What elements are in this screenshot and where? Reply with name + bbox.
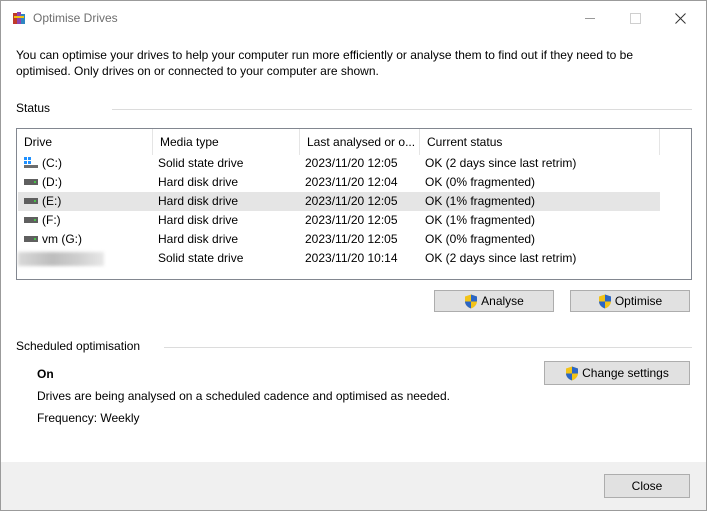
table-row[interactable]: (D:) Hard disk drive 2023/11/20 12:04 OK… <box>18 173 660 192</box>
table-row[interactable]: (C:) Solid state drive 2023/11/20 12:05 … <box>18 154 660 173</box>
schedule-description: Drives are being analysed on a scheduled… <box>37 389 450 403</box>
drive-list[interactable]: Drive Media type Last analysed or o... C… <box>16 128 692 280</box>
current-status: OK (1% fragmented) <box>425 194 536 208</box>
scheduled-section-label: Scheduled optimisation <box>16 339 141 353</box>
table-row[interactable]: vm (G:) Hard disk drive 2023/11/20 12:05… <box>18 230 660 249</box>
last-analysed: 2023/11/20 12:05 <box>305 232 398 246</box>
drive-name: (C:) <box>42 156 62 170</box>
uac-shield-icon <box>465 294 478 308</box>
media-type: Hard disk drive <box>158 175 239 189</box>
hard-drive-icon <box>24 178 38 185</box>
title-bar[interactable]: Optimise Drives <box>1 1 706 35</box>
window-title: Optimise Drives <box>33 11 118 25</box>
table-row[interactable]: Solid state drive 2023/11/20 10:14 OK (2… <box>18 249 660 268</box>
last-analysed: 2023/11/20 12:05 <box>305 213 398 227</box>
last-analysed: 2023/11/20 12:05 <box>305 194 398 208</box>
last-analysed: 2023/11/20 12:04 <box>305 175 398 189</box>
drive-name: (F:) <box>42 213 61 227</box>
uac-shield-icon <box>598 294 611 308</box>
last-analysed: 2023/11/20 12:05 <box>305 156 398 170</box>
status-divider <box>112 109 692 110</box>
minimize-button[interactable] <box>567 1 613 35</box>
schedule-state: On <box>37 367 54 381</box>
media-type: Hard disk drive <box>158 213 239 227</box>
media-type: Solid state drive <box>158 251 244 265</box>
hard-drive-icon <box>24 235 38 242</box>
windows-drive-icon <box>24 157 38 169</box>
media-type: Hard disk drive <box>158 232 239 246</box>
redacted-drive-name <box>18 251 104 266</box>
intro-text: You can optimise your drives to help you… <box>16 48 634 78</box>
status-section-label: Status <box>16 101 51 115</box>
column-header-media-type[interactable]: Media type <box>153 129 300 155</box>
optimise-drives-window: Optimise Drives You can optimise your dr… <box>0 0 707 511</box>
scheduled-divider <box>164 347 692 348</box>
table-row[interactable]: (F:) Hard disk drive 2023/11/20 12:05 OK… <box>18 211 660 230</box>
column-header-drive[interactable]: Drive <box>17 129 153 155</box>
optimise-label: Optimise <box>614 294 663 308</box>
uac-shield-icon <box>566 366 579 380</box>
last-analysed: 2023/11/20 10:14 <box>305 251 398 265</box>
analyse-button[interactable]: Analyse <box>434 290 554 312</box>
schedule-frequency: Frequency: Weekly <box>37 411 140 425</box>
maximize-icon <box>629 12 641 24</box>
drive-list-header: Drive Media type Last analysed or o... C… <box>17 129 691 155</box>
drive-name: vm (G:) <box>42 232 82 246</box>
change-settings-button[interactable]: Change settings <box>544 361 690 385</box>
current-status: OK (0% fragmented) <box>425 175 536 189</box>
current-status: OK (2 days since last retrim) <box>425 156 577 170</box>
close-window-button[interactable] <box>657 1 703 35</box>
analyse-label: Analyse <box>481 294 524 308</box>
minimize-icon <box>585 17 595 19</box>
drive-name: (D:) <box>42 175 62 189</box>
table-row-selected[interactable]: (E:) Hard disk drive 2023/11/20 12:05 OK… <box>18 192 660 211</box>
media-type: Solid state drive <box>158 156 244 170</box>
current-status: OK (1% fragmented) <box>425 213 536 227</box>
current-status: OK (0% fragmented) <box>425 232 536 246</box>
column-header-last-analysed[interactable]: Last analysed or o... <box>300 129 420 155</box>
hard-drive-icon <box>24 197 38 204</box>
column-header-current-status[interactable]: Current status <box>420 129 660 155</box>
current-status: OK (2 days since last retrim) <box>425 251 577 265</box>
change-settings-label: Change settings <box>582 366 669 380</box>
maximize-button[interactable] <box>612 1 658 35</box>
drive-name: (E:) <box>42 194 62 208</box>
dialog-footer: Close <box>1 462 706 510</box>
optimise-button[interactable]: Optimise <box>570 290 690 312</box>
defrag-app-icon <box>13 12 25 24</box>
close-label: Close <box>631 479 663 493</box>
hard-drive-icon <box>24 216 38 223</box>
close-button[interactable]: Close <box>604 474 690 498</box>
media-type: Hard disk drive <box>158 194 239 208</box>
close-icon <box>674 12 686 24</box>
